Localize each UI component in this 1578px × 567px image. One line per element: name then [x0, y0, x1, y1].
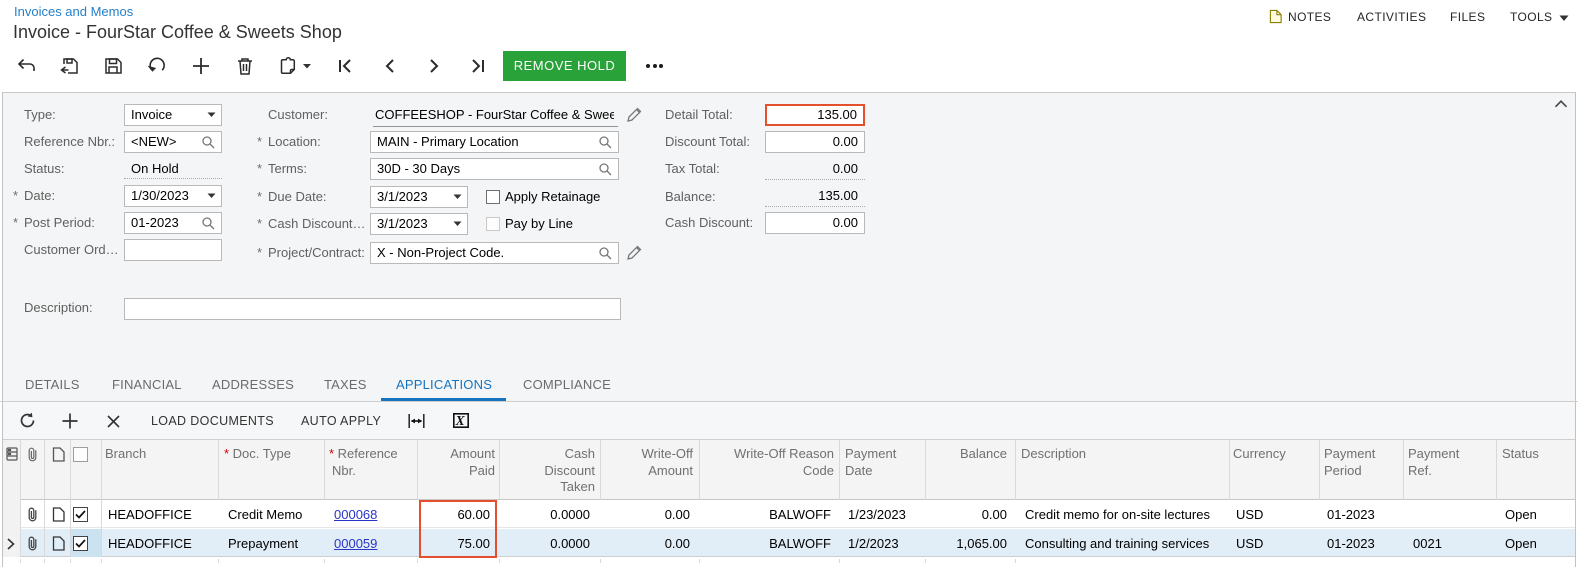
- svg-text:X: X: [455, 413, 466, 428]
